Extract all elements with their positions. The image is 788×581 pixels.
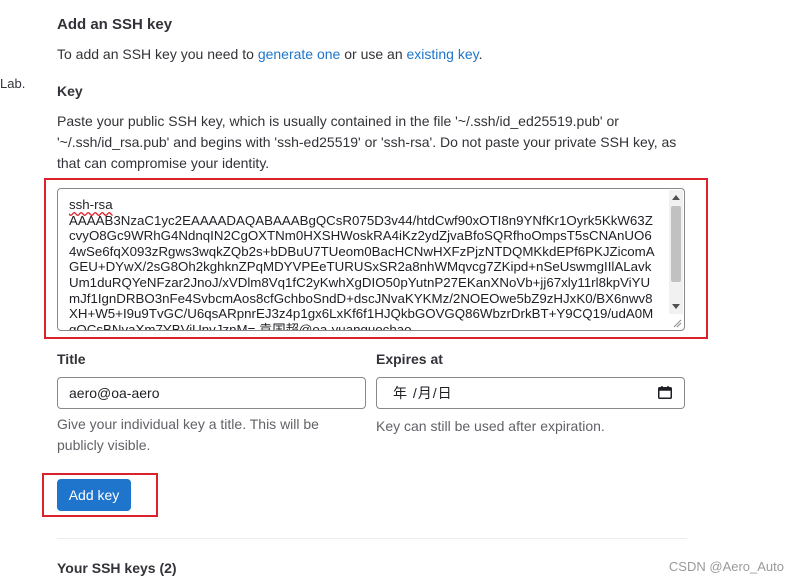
title-input[interactable]: aero@oa-aero xyxy=(57,377,366,409)
key-label: Key xyxy=(57,83,83,99)
divider xyxy=(57,538,687,539)
intro-text: To add an SSH key you need to generate o… xyxy=(57,46,483,62)
generate-one-link[interactable]: generate one xyxy=(258,46,341,62)
intro-prefix: To add an SSH key you need to xyxy=(57,46,258,62)
section-title: Add an SSH key xyxy=(57,16,173,33)
expires-label: Expires at xyxy=(376,351,443,367)
intro-middle: or use an xyxy=(340,46,407,62)
add-key-button[interactable]: Add key xyxy=(57,479,131,511)
key-textarea-content: ssh-rsa AAAAB3NzaC1yc2EAAAADAQABAAABgQCs… xyxy=(69,197,659,331)
key-value: AAAAB3NzaC1yc2EAAAADAQABAAABgQCsR075D3v4… xyxy=(69,212,655,331)
key-textarea[interactable]: ssh-rsa AAAAB3NzaC1yc2EAAAADAQABAAABgQCs… xyxy=(57,188,685,331)
existing-key-link[interactable]: existing key xyxy=(407,46,479,62)
title-label: Title xyxy=(57,351,86,367)
key-help-text: Paste your public SSH key, which is usua… xyxy=(57,113,677,171)
ssh-keys-list-title: Your SSH keys (2) xyxy=(57,560,177,576)
expires-date-input[interactable]: 年 /月/日 xyxy=(376,377,685,409)
resize-grip-icon[interactable] xyxy=(672,318,682,328)
date-placeholder: 年 /月/日 xyxy=(393,385,453,401)
scroll-thumb[interactable] xyxy=(671,206,681,282)
sidebar-fragment: Lab. xyxy=(0,76,26,91)
intro-suffix: . xyxy=(478,46,483,62)
watermark: CSDN @Aero_Auto xyxy=(668,559,784,574)
key-type-prefix: ssh-rsa xyxy=(69,197,113,212)
calendar-icon[interactable] xyxy=(658,386,672,399)
textarea-scrollbar[interactable] xyxy=(669,190,683,314)
expires-help-text: Key can still be used after expiration. xyxy=(376,418,605,434)
scroll-up-arrow-icon[interactable] xyxy=(672,195,680,200)
title-help-text: Give your individual key a title. This w… xyxy=(57,416,319,453)
scroll-down-arrow-icon[interactable] xyxy=(672,304,680,309)
